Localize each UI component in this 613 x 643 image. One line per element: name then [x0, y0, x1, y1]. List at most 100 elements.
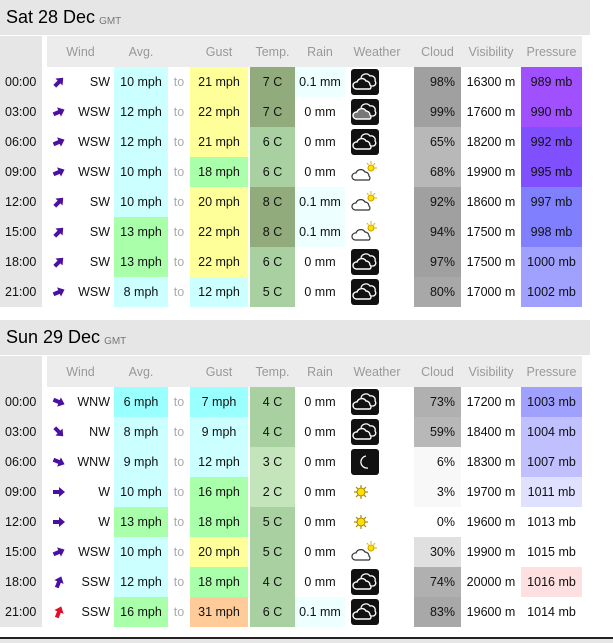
cloud-cover: 99% — [414, 97, 461, 127]
header-cloud: Cloud — [414, 36, 461, 67]
avg-speed: 10 mph — [114, 187, 168, 217]
wind-direction: SW — [89, 195, 110, 209]
gust-speed: 20 mph — [190, 537, 248, 567]
visibility: 17500 m — [466, 255, 516, 269]
temperature: 8 C — [250, 217, 295, 247]
day-section: Sun 29 Dec GMT Wind Avg. Gust Temp. Rain Weathe… — [0, 320, 590, 627]
cloud-cover: 92% — [414, 187, 461, 217]
gust-speed: 20 mph — [190, 187, 248, 217]
visibility: 16300 m — [466, 75, 516, 89]
wind-direction: SW — [89, 225, 110, 239]
header-visibility: Visibility — [461, 36, 521, 67]
visibility: 19600 m — [466, 515, 516, 529]
wind-arrow-icon — [47, 447, 70, 477]
header-weather: Weather — [345, 36, 409, 67]
to-label: to — [173, 255, 185, 269]
temperature: 8 C — [250, 187, 295, 217]
table-row: 15:00 WSW 10 mph to 20 mph 5 C0 mm 30% 19900 m 1… — [0, 537, 590, 567]
time-cell: 03:00 — [0, 97, 42, 127]
time-cell: 06:00 — [0, 447, 42, 477]
table-row: 21:00 SSW 16 mph to 31 mph 6 C 0.1 mm 83% 19600 … — [0, 597, 590, 627]
time-cell: 18:00 — [0, 247, 42, 277]
table-row: 06:00 WSW 12 mph to 21 mph 6 C0 mm 65% 18200 m 9… — [0, 127, 590, 157]
pressure: 1011 mb — [521, 477, 582, 507]
gust-speed: 7 mph — [190, 387, 248, 417]
gust-speed: 21 mph — [190, 127, 248, 157]
header-gust: Gust — [190, 356, 248, 387]
temperature: 6 C — [250, 247, 295, 277]
visibility: 19700 m — [466, 485, 516, 499]
wind-direction: SW — [89, 75, 110, 89]
visibility: 17500 m — [466, 225, 516, 239]
pressure: 1016 mb — [521, 567, 582, 597]
table-row: 18:00 SSW 12 mph to 18 mph 4 C0 mm 74% 20000 m 1… — [0, 567, 590, 597]
gust-speed: 22 mph — [190, 97, 248, 127]
cloudy-icon — [345, 277, 409, 307]
timezone-label: GMT — [104, 336, 127, 347]
header-cloud: Cloud — [414, 356, 461, 387]
cloud-cover: 94% — [414, 217, 461, 247]
table-row: 06:00 WNW 9 mph to 12 mph 3 C0 mm 6% 18300 m 100… — [0, 447, 590, 477]
day-title: Sun 29 Dec — [6, 327, 101, 347]
header-spacer — [0, 356, 42, 387]
to-label: to — [173, 455, 185, 469]
to-label: to — [173, 545, 185, 559]
temperature: 6 C — [250, 157, 295, 187]
temperature: 2 C — [250, 477, 295, 507]
time-cell: 09:00 — [0, 477, 42, 507]
cloudy-icon — [345, 567, 409, 597]
wind-arrow-icon — [47, 217, 70, 247]
rain: 0 mm — [295, 97, 345, 127]
cloud-cover: 68% — [414, 157, 461, 187]
visibility: 18400 m — [466, 425, 516, 439]
header-spacer — [0, 36, 42, 67]
rain: 0 mm — [295, 477, 345, 507]
rain: 0 mm — [295, 157, 345, 187]
wind-arrow-icon — [47, 67, 70, 97]
cloudy-icon — [345, 127, 409, 157]
rain: 0 mm — [295, 507, 345, 537]
rain: 0 mm — [295, 277, 345, 307]
pressure: 1014 mb — [521, 597, 582, 627]
gust-speed: 12 mph — [190, 447, 248, 477]
temperature: 7 C — [250, 67, 295, 97]
gust-speed: 22 mph — [190, 247, 248, 277]
table-row: 12:00 W 13 mph to 18 mph 5 C0 mm 0% 19600 m 1013… — [0, 507, 590, 537]
wind-arrow-icon — [47, 537, 70, 567]
temperature: 4 C — [250, 417, 295, 447]
pressure: 989 mb — [521, 67, 582, 97]
wind-arrow-icon — [47, 477, 70, 507]
time-cell: 21:00 — [0, 597, 42, 627]
wind-direction: WNW — [77, 455, 110, 469]
pressure: 1002 mb — [521, 277, 582, 307]
time-cell: 00:00 — [0, 387, 42, 417]
time-cell: 12:00 — [0, 507, 42, 537]
time-cell: 15:00 — [0, 537, 42, 567]
to-label: to — [173, 575, 185, 589]
visibility: 18200 m — [466, 135, 516, 149]
visibility: 20000 m — [466, 575, 516, 589]
header-rain: Rain — [295, 356, 345, 387]
pressure: 1000 mb — [521, 247, 582, 277]
avg-speed: 10 mph — [114, 67, 168, 97]
to-label: to — [173, 515, 185, 529]
rain: 0 mm — [295, 247, 345, 277]
wind-arrow-icon — [47, 597, 70, 627]
avg-speed: 8 mph — [114, 417, 168, 447]
to-label: to — [173, 75, 185, 89]
rain: 0 mm — [295, 447, 345, 477]
avg-speed: 12 mph — [114, 567, 168, 597]
cloud-cover: 65% — [414, 127, 461, 157]
avg-speed: 9 mph — [114, 447, 168, 477]
cloud-cover: 3% — [414, 477, 461, 507]
to-label: to — [173, 135, 185, 149]
avg-speed: 10 mph — [114, 537, 168, 567]
day-header: Sun 29 Dec GMT — [0, 320, 590, 355]
pressure: 997 mb — [521, 187, 582, 217]
cloud-cover: 6% — [414, 447, 461, 477]
header-visibility: Visibility — [461, 356, 521, 387]
pressure: 1013 mb — [521, 507, 582, 537]
column-header-row: Wind Avg. Gust Temp. Rain Weather Cloud Visibil… — [0, 356, 590, 387]
wind-arrow-icon — [47, 187, 70, 217]
time-cell: 09:00 — [0, 157, 42, 187]
